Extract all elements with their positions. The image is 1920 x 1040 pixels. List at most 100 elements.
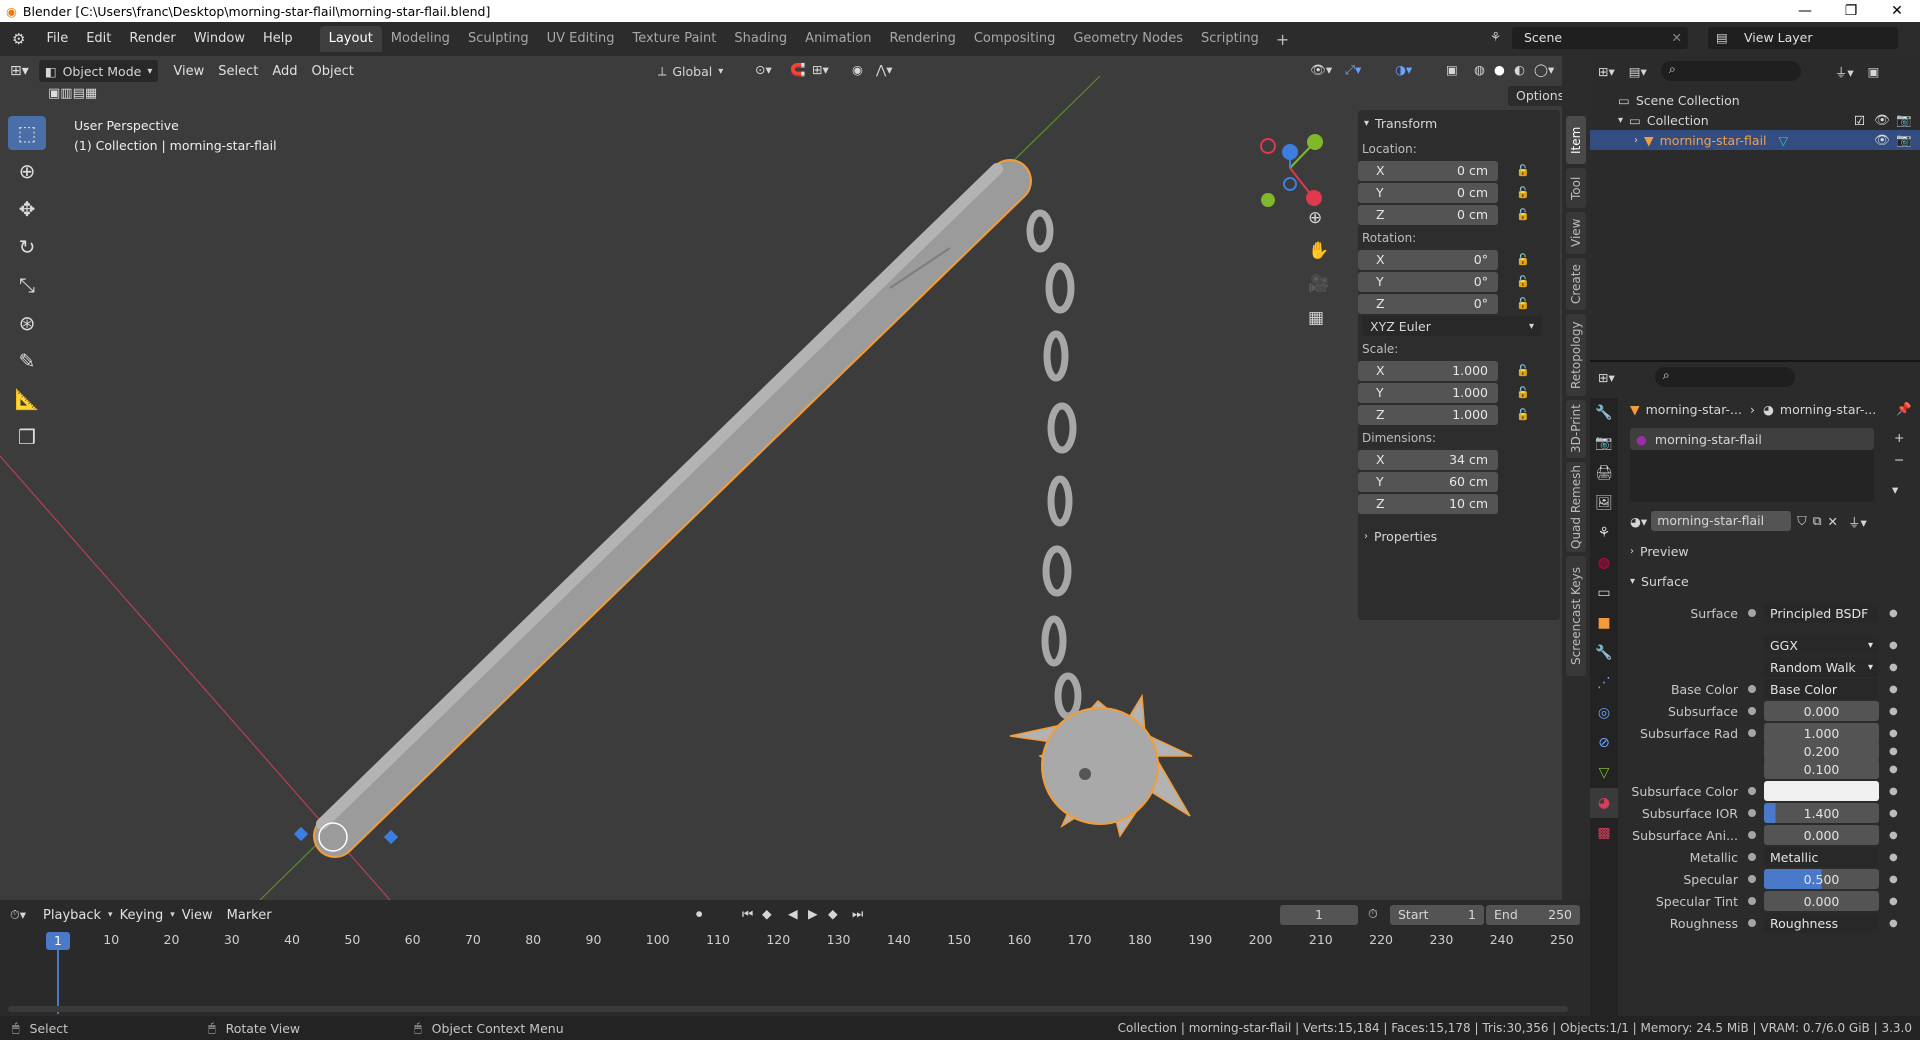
tool-settings-icon[interactable]: 🔧 [1590,398,1618,428]
output-icon[interactable]: 🖨 [1590,458,1618,488]
3d-viewport[interactable]: ⊞▾ ◧ Object Mode ▾ View Select Add Objec… [0,56,1590,900]
world-icon[interactable]: ◍ [1590,548,1618,578]
property-value[interactable]: Metallic [1764,847,1879,867]
keyframe-dot-icon[interactable]: ● [1889,608,1898,619]
annotate-tool-icon[interactable]: ✎ [8,344,46,378]
preview-panel[interactable]: › Preview [1630,540,1912,562]
property-value[interactable] [1764,781,1879,801]
current-frame-field[interactable]: 1 [1280,905,1358,925]
add-slot-icon[interactable]: + [1894,430,1904,445]
keyframe-dot-icon[interactable]: ● [1889,808,1898,819]
socket-dot-icon[interactable] [1748,809,1756,817]
eye-icon[interactable]: 👁 [1874,132,1890,148]
location-x-field[interactable]: X 0 cm [1358,160,1498,181]
tab-compositing[interactable]: Compositing [965,26,1065,52]
dimension-x-field[interactable]: X 34 cm [1358,449,1498,470]
lock-icon[interactable]: 🔓 [1516,186,1530,200]
menu-view-timeline[interactable]: View [175,908,220,923]
collection-icon[interactable]: ▭ [1590,578,1618,608]
tab-geometry-nodes[interactable]: Geometry Nodes [1064,26,1192,52]
minimize-button[interactable]: — [1782,0,1828,22]
properties-search[interactable]: ⌕ [1654,367,1795,387]
tab-3d-print[interactable]: 3D-Print [1566,400,1586,458]
physics-icon[interactable]: ◎ [1590,698,1618,728]
timeline-track-area[interactable] [0,952,1580,1006]
location-y-field[interactable]: Y 0 cm [1358,182,1498,203]
property-value[interactable]: Random Walk ▾ [1764,657,1879,677]
add-workspace-icon[interactable]: + [1268,30,1297,49]
property-value[interactable]: 0.500 [1764,869,1879,889]
lock-icon[interactable]: 🔓 [1516,297,1530,311]
lock-icon[interactable]: 🔓 [1516,408,1530,422]
lock-icon[interactable]: 🔓 [1516,275,1530,289]
keyframe-dot-icon[interactable]: ● [1889,662,1898,673]
transform-header[interactable]: Transform [1375,116,1437,131]
tab-animation[interactable]: Animation [796,26,880,52]
jump-end-icon[interactable]: ⏭ [852,906,863,922]
socket-dot-icon[interactable] [1748,787,1756,795]
pin-icon[interactable]: 📌 [1896,401,1912,417]
scene-icon[interactable]: ⚘ [1590,518,1618,548]
editor-type-icon[interactable]: ⏱▾ [0,907,36,923]
material-icon[interactable]: ◕ [1590,788,1618,818]
menu-keying[interactable]: Keying [113,908,171,923]
keyframe-dot-icon[interactable]: ● [1889,764,1898,775]
editor-type-icon[interactable]: ⊞▾ [1598,370,1615,385]
display-mode-icon[interactable]: ▤▾ [1629,64,1647,79]
browse-material-icon[interactable]: ◕▾ [1630,514,1647,529]
filter-icon[interactable]: ⏚▾ [1835,62,1854,81]
dimension-z-field[interactable]: Z 10 cm [1358,493,1498,514]
end-frame-field[interactable]: End 250 [1486,905,1580,925]
rotation-mode-select[interactable]: XYZ Euler ▾ [1362,316,1542,336]
pin-icon[interactable]: ✕ [1672,30,1682,45]
zoom-icon[interactable]: ⊕ [1308,208,1322,228]
scale-y-field[interactable]: Y 1.000 [1358,382,1498,403]
property-value[interactable]: Principled BSDF [1764,603,1879,623]
exclude-checkbox[interactable]: ☑ [1854,113,1865,128]
move-tool-icon[interactable]: ✥ [8,192,46,226]
property-value[interactable]: Base Color [1764,679,1879,699]
keyframe-dot-icon[interactable]: ● [1889,830,1898,841]
view-layer-icon[interactable]: 🖼 [1590,488,1618,518]
socket-dot-icon[interactable] [1748,831,1756,839]
add-cube-tool-icon[interactable]: ❒ [8,420,46,454]
tab-item[interactable]: Item [1566,116,1586,164]
location-z-field[interactable]: Z 0 cm [1358,204,1498,225]
lock-icon[interactable]: 🔓 [1516,386,1530,400]
property-value[interactable]: 1.400 [1764,803,1879,823]
particles-icon[interactable]: ⋰ [1590,668,1618,698]
tab-quad-remesh[interactable]: Quad Remesh [1566,462,1586,552]
keyframe-dot-icon[interactable]: ● [1889,874,1898,885]
scale-z-field[interactable]: Z 1.000 [1358,404,1498,425]
keyframe-dot-icon[interactable]: ● [1889,896,1898,907]
close-window-button[interactable]: ✕ [1874,0,1920,22]
lock-icon[interactable]: 🔓 [1516,364,1530,378]
remove-slot-icon[interactable]: − [1894,452,1904,467]
editor-type-icon[interactable]: ⊞▾ [1598,64,1615,79]
camera-view-icon[interactable]: 🎥 [1308,274,1329,294]
socket-dot-icon[interactable] [1748,685,1756,693]
duplicate-icon[interactable]: ⧉ [1813,513,1822,529]
socket-dot-icon[interactable] [1748,875,1756,883]
ortho-grid-icon[interactable]: ▦ [1308,308,1324,328]
playhead-frame-badge[interactable]: 1 [46,932,70,950]
prev-keyframe-icon[interactable]: ◆ [762,906,772,921]
property-value[interactable]: 0.000 [1764,891,1879,911]
tree-row-scene-collection[interactable]: ▭ Scene Collection [1590,90,1920,110]
play-reverse-icon[interactable]: ◀ [788,906,798,921]
render-icon[interactable]: 📷 [1590,428,1618,458]
property-value[interactable]: 0.100 [1764,759,1879,779]
keyframe-dot-icon[interactable]: ● [1889,852,1898,863]
tab-texture-paint[interactable]: Texture Paint [623,26,725,52]
tab-retopology[interactable]: Retopology [1566,314,1586,396]
object-icon[interactable]: ■ [1590,608,1618,638]
properties-header[interactable]: Properties [1374,529,1437,544]
keyframe-dot-icon[interactable]: ● [1889,786,1898,797]
menu-file[interactable]: File [37,22,77,56]
tab-sculpting[interactable]: Sculpting [459,26,538,52]
property-value[interactable]: 0.000 [1764,701,1879,721]
tab-scripting[interactable]: Scripting [1192,26,1268,52]
tree-row-object[interactable]: › ▼ morning-star-flail ▽ 👁 📷 [1590,130,1920,150]
tab-uv-editing[interactable]: UV Editing [538,26,624,52]
material-name-field[interactable]: morning-star-flail [1651,511,1792,531]
